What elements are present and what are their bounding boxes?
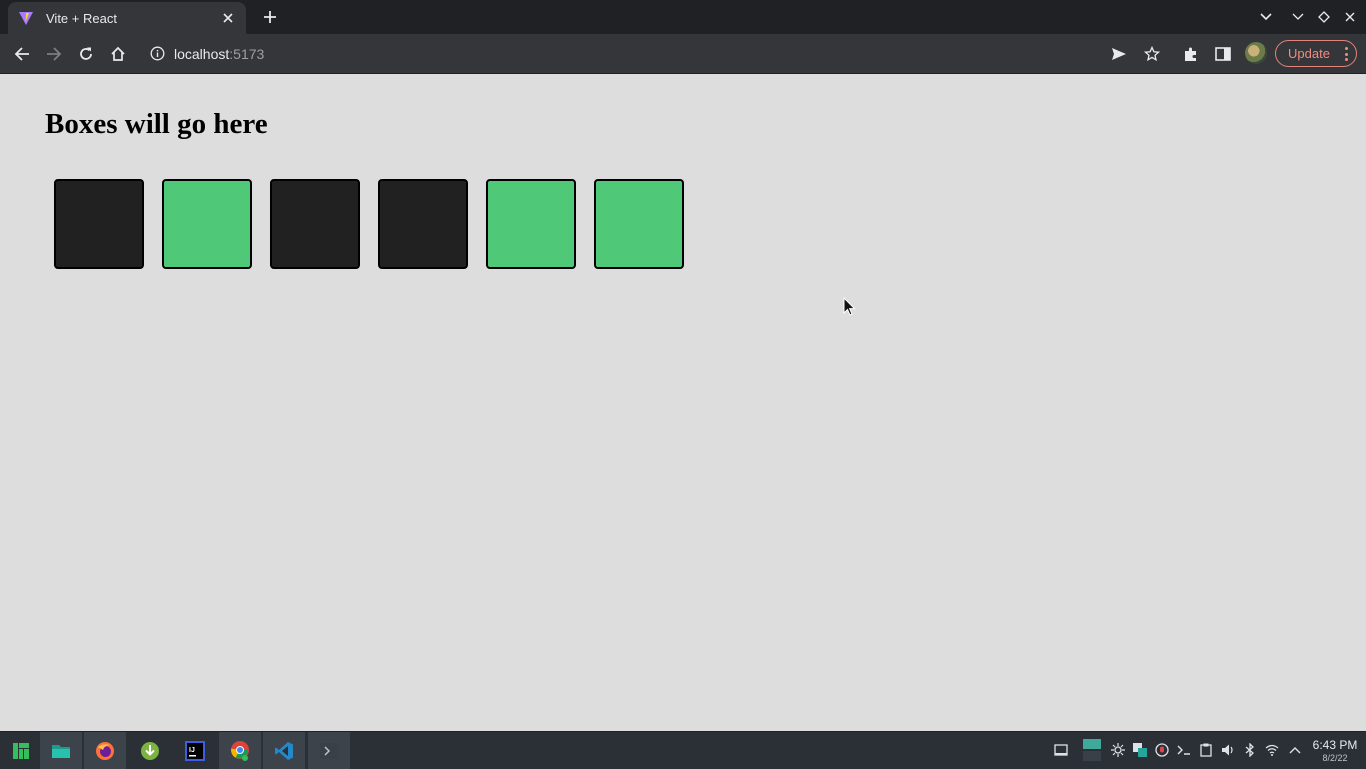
download-icon bbox=[141, 741, 159, 760]
chevron-down-icon bbox=[1260, 13, 1272, 21]
taskbar-firefox[interactable] bbox=[84, 732, 126, 769]
browser-tab-active[interactable]: Vite + React bbox=[8, 2, 246, 34]
tray-privacy-icon[interactable] bbox=[1155, 743, 1169, 757]
taskbar-intellij[interactable]: IJ bbox=[174, 732, 216, 769]
taskbar-vscode[interactable] bbox=[263, 732, 305, 769]
terminal-icon bbox=[320, 742, 338, 759]
bookmark-button[interactable] bbox=[1141, 43, 1163, 65]
more-menu-icon[interactable] bbox=[1344, 47, 1348, 61]
box-5-green[interactable] bbox=[486, 179, 576, 269]
reload-icon bbox=[80, 47, 92, 60]
tray-volume-icon[interactable] bbox=[1221, 743, 1235, 757]
vscode-icon bbox=[275, 741, 293, 760]
plus-icon bbox=[264, 11, 276, 23]
side-panel-button[interactable] bbox=[1212, 43, 1234, 65]
folder-icon bbox=[52, 744, 70, 758]
home-button[interactable] bbox=[107, 43, 129, 65]
tray-wifi-icon[interactable] bbox=[1265, 743, 1279, 757]
arrow-right-icon bbox=[47, 47, 62, 61]
box-1-dark[interactable] bbox=[54, 179, 144, 269]
address-bar[interactable]: localhost:5173 bbox=[140, 38, 1090, 69]
box-4-dark[interactable] bbox=[378, 179, 468, 269]
taskbar-clock[interactable]: 6:43 PM 8/2/22 bbox=[1310, 738, 1360, 764]
box-2-green[interactable] bbox=[162, 179, 252, 269]
url-port: :5173 bbox=[229, 45, 265, 62]
side-panel-icon bbox=[1215, 47, 1231, 61]
back-button[interactable] bbox=[11, 43, 33, 65]
firefox-icon bbox=[96, 741, 114, 760]
arrow-left-icon bbox=[14, 47, 29, 61]
url-host: localhost bbox=[174, 45, 230, 62]
box-6-green[interactable] bbox=[594, 179, 684, 269]
reload-button[interactable] bbox=[75, 43, 97, 65]
browser-toolbar: localhost:5173 bbox=[0, 34, 1366, 74]
tray-clipboard-icon[interactable] bbox=[1199, 743, 1213, 757]
mouse-cursor-icon bbox=[843, 297, 856, 316]
taskbar-terminal[interactable] bbox=[308, 732, 350, 769]
browser-titlebar: Vite + React bbox=[0, 0, 1366, 34]
tray-workspace-pager-icon[interactable] bbox=[1083, 739, 1101, 761]
minimize-button[interactable] bbox=[1289, 8, 1307, 26]
tray-show-desktop-icon[interactable] bbox=[1054, 743, 1068, 757]
update-button[interactable]: Update bbox=[1275, 40, 1357, 67]
svg-text:IJ: IJ bbox=[189, 747, 195, 754]
taskbar-app-menu[interactable] bbox=[0, 732, 42, 769]
maximize-icon bbox=[1318, 11, 1330, 23]
minimize-icon bbox=[1292, 13, 1304, 20]
send-tab-button[interactable] bbox=[1108, 43, 1130, 65]
puzzle-icon bbox=[1185, 47, 1196, 61]
maximize-button[interactable] bbox=[1315, 8, 1333, 26]
boxes-row bbox=[54, 179, 684, 269]
tray-kde-connect-icon[interactable] bbox=[1133, 743, 1147, 757]
close-window-button[interactable] bbox=[1341, 8, 1359, 26]
intellij-icon: IJ bbox=[185, 740, 205, 761]
clock-date: 8/2/22 bbox=[1322, 753, 1348, 763]
tray-console-icon[interactable] bbox=[1177, 743, 1191, 757]
chrome-icon bbox=[231, 740, 249, 761]
tray-bluetooth-icon[interactable] bbox=[1243, 743, 1257, 757]
tab-search-button[interactable] bbox=[1257, 8, 1275, 26]
extensions-button[interactable] bbox=[1180, 43, 1202, 65]
close-icon bbox=[1345, 12, 1355, 22]
tab-title: Vite + React bbox=[46, 10, 117, 26]
site-info-icon[interactable] bbox=[150, 46, 166, 62]
tab-close-icon[interactable] bbox=[220, 10, 236, 26]
page-heading: Boxes will go here bbox=[45, 108, 268, 140]
os-taskbar: IJ 6:43 PM 8/2/22 bbox=[0, 731, 1366, 769]
page-content: Boxes will go here bbox=[0, 74, 1366, 731]
clock-time: 6:43 PM bbox=[1312, 738, 1358, 752]
star-icon bbox=[1144, 46, 1160, 62]
tray-expand-icon[interactable] bbox=[1288, 743, 1302, 757]
update-label: Update bbox=[1288, 46, 1330, 61]
taskbar-file-manager[interactable] bbox=[40, 732, 82, 769]
forward-button[interactable] bbox=[43, 43, 65, 65]
tray-update-notifier-icon[interactable] bbox=[1111, 743, 1125, 757]
send-icon bbox=[1112, 48, 1126, 60]
box-3-dark[interactable] bbox=[270, 179, 360, 269]
home-icon bbox=[111, 46, 125, 61]
taskbar-download-manager[interactable] bbox=[129, 732, 171, 769]
taskbar-chrome[interactable] bbox=[219, 732, 261, 769]
manjaro-logo-icon bbox=[13, 742, 29, 759]
new-tab-button[interactable] bbox=[259, 6, 281, 28]
profile-avatar[interactable] bbox=[1245, 42, 1267, 64]
vite-logo-icon bbox=[18, 10, 34, 26]
